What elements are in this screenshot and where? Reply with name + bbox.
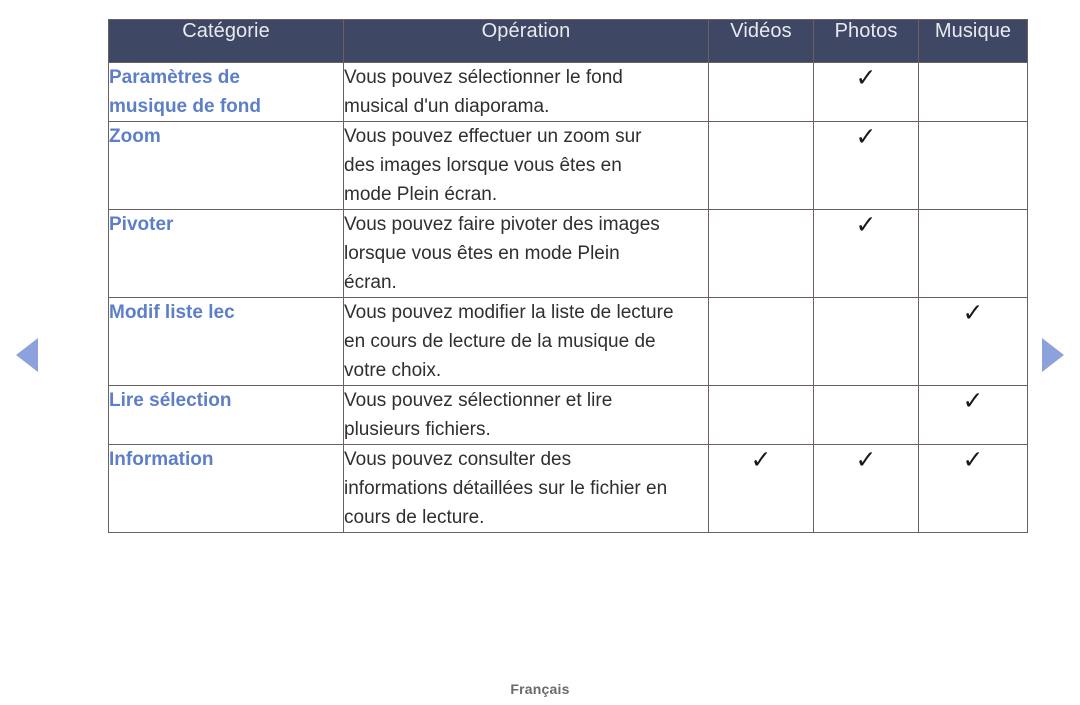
cell-videos <box>708 297 814 386</box>
cell-operation: Vous pouvez sélectionner et lire plusieu… <box>343 385 709 445</box>
cell-videos <box>708 121 814 210</box>
cell-photos <box>813 385 919 445</box>
cell-operation: Vous pouvez modifier la liste de lecture… <box>343 297 709 386</box>
table-row: Information Vous pouvez consulter des in… <box>108 444 1028 533</box>
cell-photos: ✓ <box>813 62 919 122</box>
column-header-category: Catégorie <box>108 19 344 63</box>
table-row: Zoom Vous pouvez effectuer un zoom sur d… <box>108 121 1028 210</box>
cell-photos: ✓ <box>813 121 919 210</box>
cell-videos: ✓ <box>708 444 814 533</box>
check-icon: ✓ <box>750 445 772 474</box>
check-icon: ✓ <box>962 298 984 327</box>
cell-photos: ✓ <box>813 444 919 533</box>
cell-category: Information <box>108 444 344 533</box>
column-header-videos: Vidéos <box>708 19 814 63</box>
column-header-musique: Musique <box>918 19 1028 63</box>
cell-category: Modif liste lec <box>108 297 344 386</box>
table-row: Modif liste lec Vous pouvez modifier la … <box>108 297 1028 386</box>
table-body: Paramètres de musique de fond Vous pouve… <box>108 62 1028 533</box>
media-functions-table: Catégorie Opération Vidéos Photos Musiqu… <box>108 19 1028 533</box>
cell-category: Paramètres de musique de fond <box>108 62 344 122</box>
check-icon: ✓ <box>962 445 984 474</box>
check-icon: ✓ <box>855 210 877 239</box>
cell-operation: Vous pouvez faire pivoter des images lor… <box>343 209 709 298</box>
cell-category: Lire sélection <box>108 385 344 445</box>
cell-photos: ✓ <box>813 209 919 298</box>
cell-musique: ✓ <box>918 297 1028 386</box>
table-row: Lire sélection Vous pouvez sélectionner … <box>108 385 1028 445</box>
cell-operation: Vous pouvez sélectionner le fond musical… <box>343 62 709 122</box>
cell-photos <box>813 297 919 386</box>
cell-musique: ✓ <box>918 444 1028 533</box>
check-icon: ✓ <box>855 63 877 92</box>
cell-category: Pivoter <box>108 209 344 298</box>
column-header-photos: Photos <box>813 19 919 63</box>
check-icon: ✓ <box>855 122 877 151</box>
cell-operation: Vous pouvez effectuer un zoom sur des im… <box>343 121 709 210</box>
cell-videos <box>708 209 814 298</box>
column-header-operation: Opération <box>343 19 709 63</box>
media-functions-table-wrapper: Catégorie Opération Vidéos Photos Musiqu… <box>108 19 1028 533</box>
table-row: Paramètres de musique de fond Vous pouve… <box>108 62 1028 122</box>
cell-musique <box>918 209 1028 298</box>
check-icon: ✓ <box>962 386 984 415</box>
check-icon: ✓ <box>855 445 877 474</box>
cell-videos <box>708 62 814 122</box>
table-row: Pivoter Vous pouvez faire pivoter des im… <box>108 209 1028 298</box>
table-header: Catégorie Opération Vidéos Photos Musiqu… <box>108 19 1028 63</box>
cell-musique <box>918 121 1028 210</box>
table-header-row: Catégorie Opération Vidéos Photos Musiqu… <box>108 19 1028 63</box>
footer-language-label: Français <box>510 681 570 697</box>
triangle-right-icon[interactable] <box>1042 338 1064 372</box>
cell-category: Zoom <box>108 121 344 210</box>
triangle-left-icon[interactable] <box>16 338 38 372</box>
cell-musique <box>918 62 1028 122</box>
cell-operation: Vous pouvez consulter des informations d… <box>343 444 709 533</box>
cell-musique: ✓ <box>918 385 1028 445</box>
cell-videos <box>708 385 814 445</box>
